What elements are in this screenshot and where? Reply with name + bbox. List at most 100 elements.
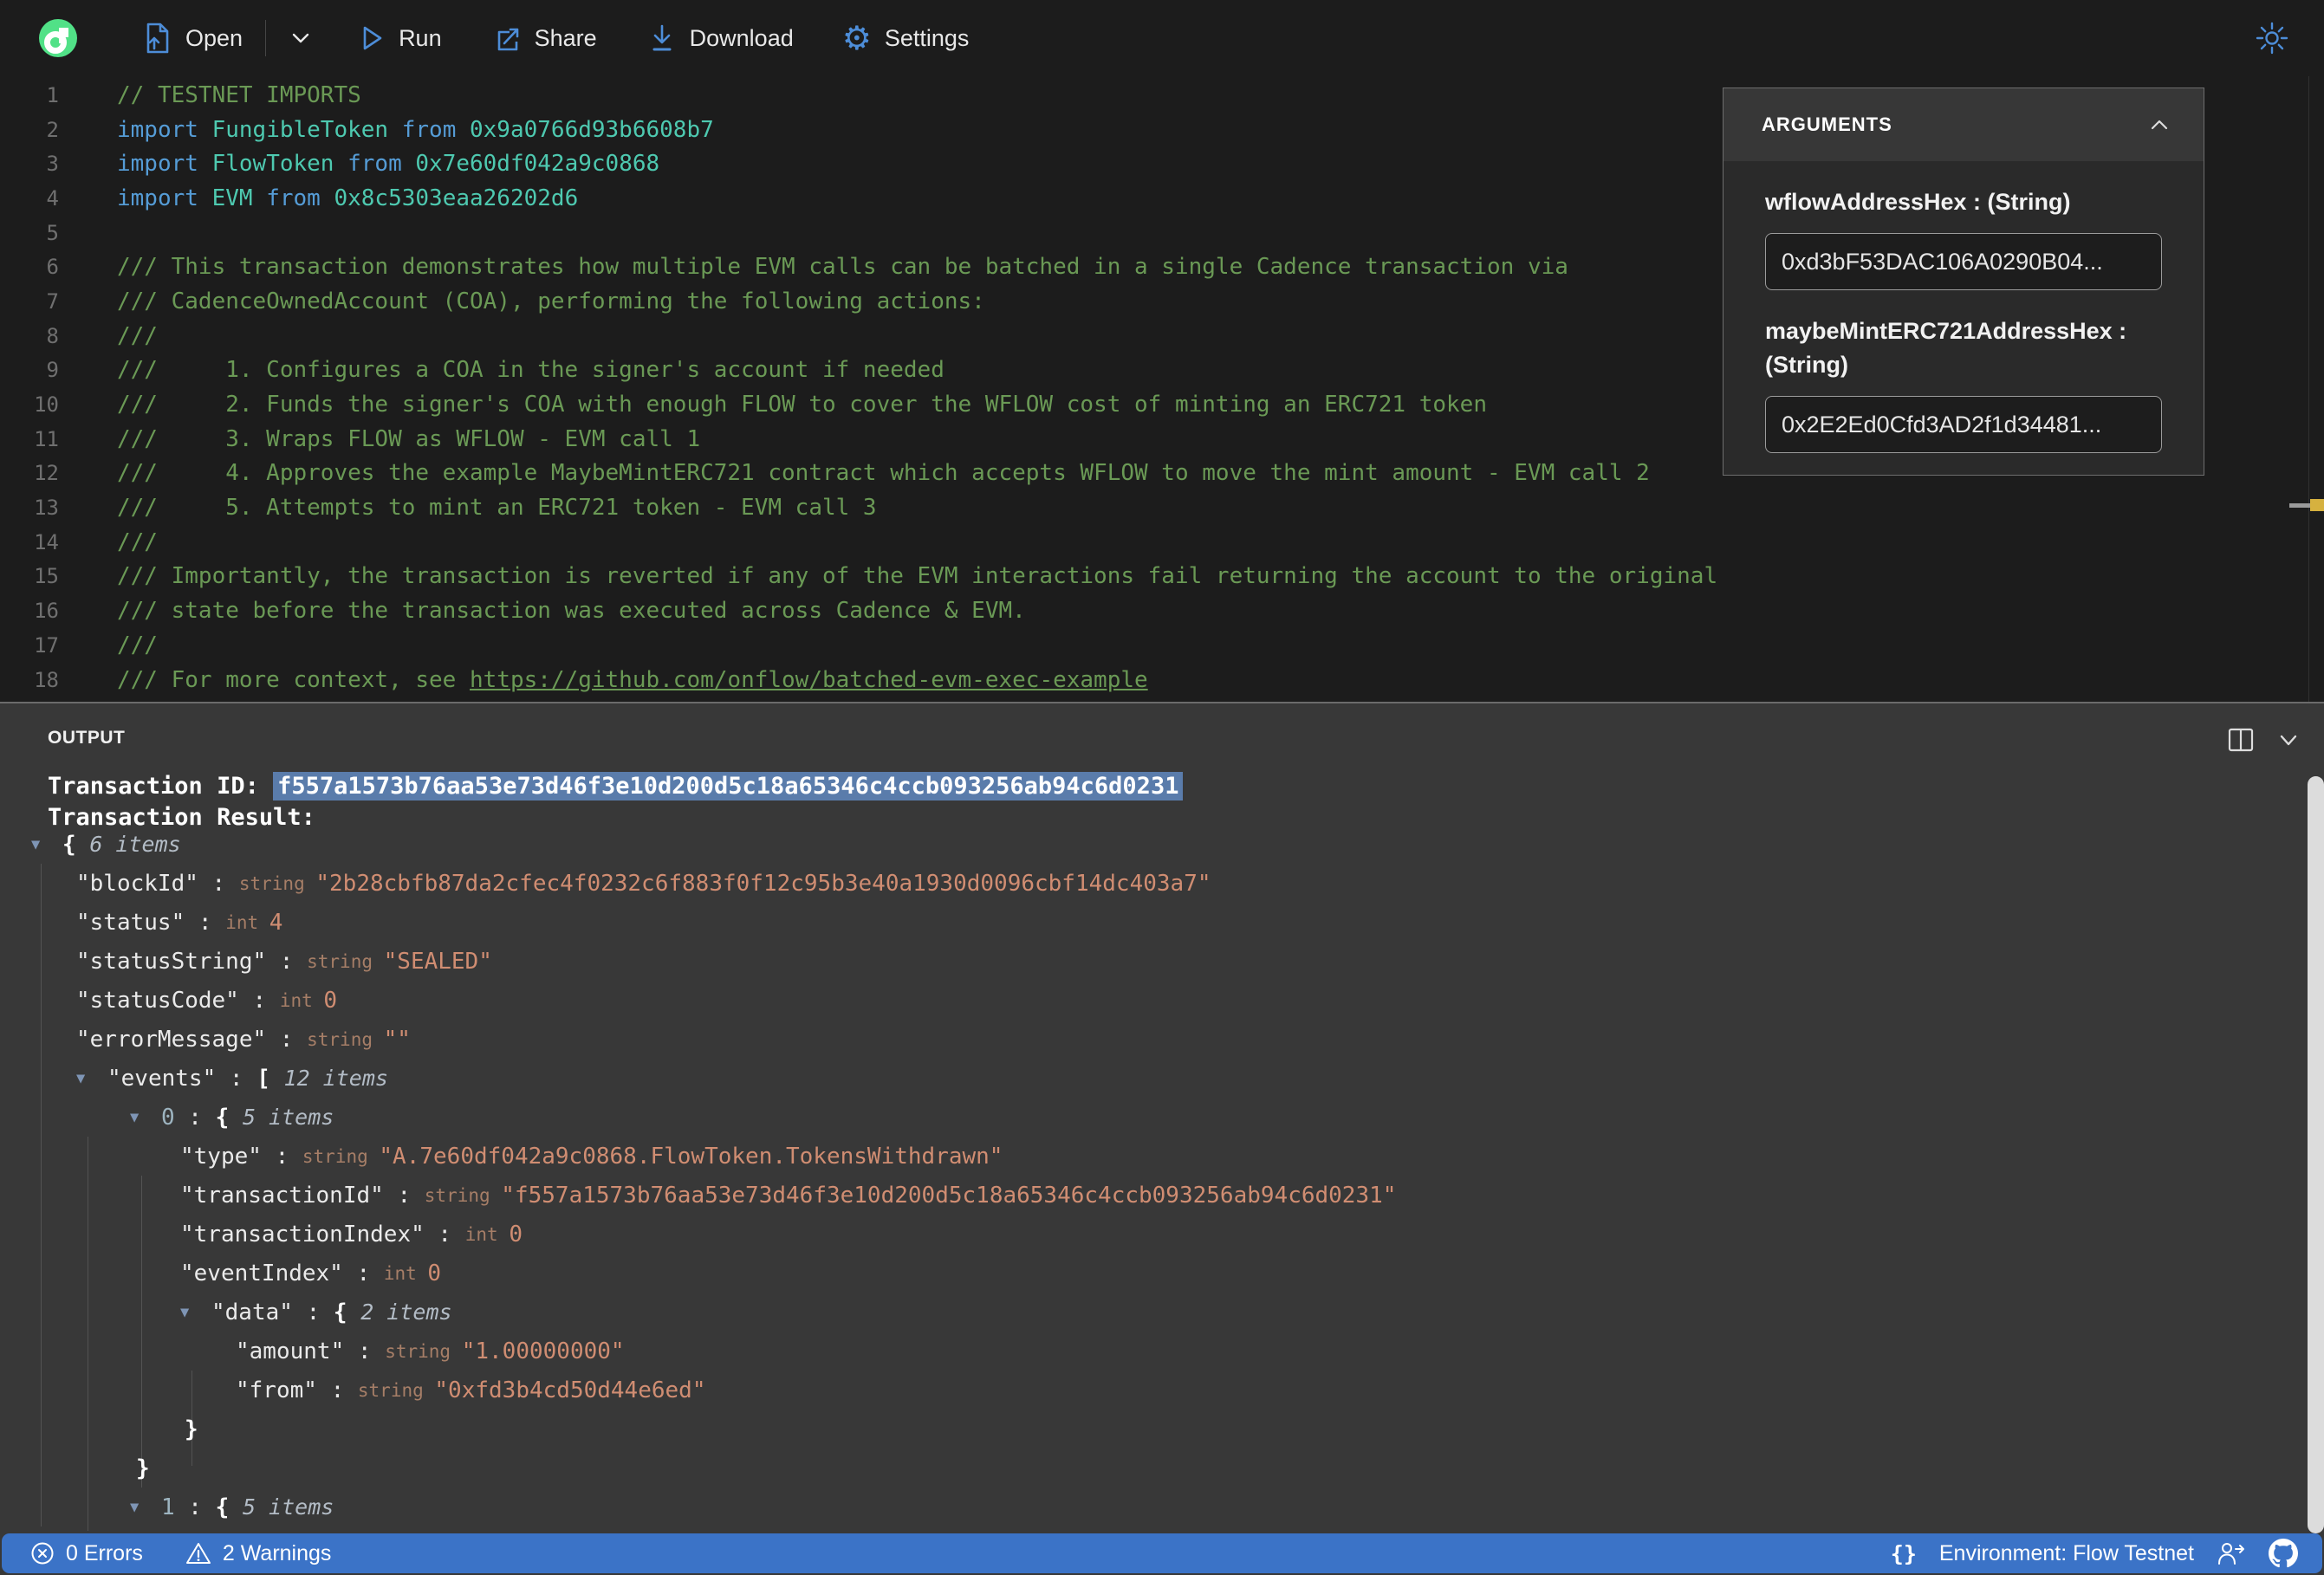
errors-count: 0 Errors: [66, 1540, 143, 1565]
tree-row: ▼ "data" : { 2 items: [180, 1299, 452, 1325]
arguments-panel: ARGUMENTS wflowAddressHex : (String) may…: [1723, 88, 2204, 476]
gear-icon: ⚙: [841, 19, 872, 57]
tree-row: "errorMessage" : string "": [76, 1026, 411, 1053]
theme-toggle-button[interactable]: [2255, 21, 2289, 60]
braces-icon: {}: [1890, 1540, 1917, 1566]
output-panel: OUTPUT Transaction ID: f557a1573b76aa53e…: [0, 702, 2324, 1575]
tree-row: "amount" : string "1.00000000": [236, 1338, 625, 1364]
download-icon: [652, 24, 672, 51]
tree-row: "eventIndex" : int 0: [180, 1260, 442, 1287]
arguments-panel-body: wflowAddressHex : (String) maybeMintERC7…: [1724, 161, 2204, 477]
argument-input-wflow[interactable]: [1765, 233, 2162, 291]
editor-overview-ruler: [2308, 76, 2309, 702]
line-number: 4: [46, 185, 59, 211]
line-number: 13: [34, 496, 59, 521]
download-button[interactable]: Download: [647, 22, 794, 55]
warnings-count: 2 Warnings: [222, 1540, 332, 1565]
error-circle-icon: [31, 1542, 54, 1565]
tree-row: }: [185, 1416, 198, 1442]
line-number: 5: [46, 220, 59, 245]
tree-row: "transactionId" : string "f557a1573b76aa…: [180, 1182, 1397, 1209]
output-title: OUTPUT: [48, 728, 126, 748]
arguments-panel-header[interactable]: ARGUMENTS: [1724, 88, 2204, 161]
tree-row: ▼ "events" : [ 12 items: [76, 1065, 388, 1092]
line-number: 17: [34, 632, 59, 658]
open-button[interactable]: Open: [143, 23, 243, 54]
toolbar-divider: [265, 20, 267, 56]
line-number: 11: [34, 426, 59, 451]
code-line: 16/// state before the transaction was e…: [0, 593, 2324, 628]
line-number: 16: [34, 599, 59, 624]
line-number: 2: [46, 117, 59, 142]
tree-row: "transactionIndex" : int 0: [180, 1221, 523, 1248]
expand-toggle-icon[interactable]: ▼: [130, 1109, 161, 1126]
settings-button[interactable]: ⚙ Settings: [841, 19, 970, 57]
tree-row: ▼ 1 : { 5 items: [130, 1494, 334, 1520]
line-number: 12: [34, 461, 59, 486]
code-line: 15/// Importantly, the transaction is re…: [0, 560, 2324, 594]
tree-row: "status" : int 4: [76, 909, 283, 936]
line-number: 1: [46, 82, 59, 107]
settings-label: Settings: [884, 24, 970, 51]
expand-toggle-icon[interactable]: ▼: [76, 1070, 107, 1087]
code-line: 14///: [0, 525, 2324, 560]
line-number: 15: [34, 564, 59, 589]
tree-row: "type" : string "A.7e60df042a9c0868.Flow…: [180, 1143, 1003, 1170]
expand-toggle-icon[interactable]: ▼: [31, 836, 62, 853]
arguments-title: ARGUMENTS: [1762, 113, 1892, 135]
overview-warning-marker: [2310, 499, 2324, 511]
code-line: 17///: [0, 628, 2324, 663]
chevron-up-icon[interactable]: [2148, 116, 2171, 133]
open-file-icon: [146, 23, 169, 54]
run-label: Run: [399, 24, 442, 51]
transaction-id-line: Transaction ID: f557a1573b76aa53e73d46f3…: [48, 772, 1184, 800]
line-number: 6: [46, 255, 59, 280]
tree-row: "statusString" : string "SEALED": [76, 948, 492, 975]
download-label: Download: [689, 24, 794, 51]
share-button[interactable]: Share: [490, 23, 597, 54]
errors-indicator[interactable]: 0 Errors: [29, 1540, 143, 1566]
output-scrollbar-thumb[interactable]: [2308, 776, 2324, 1533]
transaction-id-value[interactable]: f557a1573b76aa53e73d46f3e10d200d5c18a653…: [273, 772, 1184, 800]
tree-row: "from" : string "0xfd3b4cd50d44e6ed": [236, 1377, 706, 1403]
open-dropdown-button[interactable]: [287, 25, 315, 51]
argument-label-erc721: maybeMintERC721AddressHex : (String): [1765, 318, 2127, 379]
overview-scroll-marker: [2289, 503, 2310, 508]
transaction-id-label: Transaction ID:: [48, 773, 259, 800]
top-toolbar: Open Run Share Download ⚙ Settings: [0, 0, 2324, 76]
github-icon[interactable]: [2269, 1539, 2298, 1568]
line-number: 3: [46, 152, 59, 177]
expand-toggle-icon[interactable]: ▼: [180, 1304, 211, 1321]
collapse-output-icon[interactable]: [2275, 731, 2301, 750]
code-line: 18/// For more context, see https://gith…: [0, 663, 2324, 697]
expand-toggle-icon[interactable]: ▼: [130, 1499, 161, 1516]
line-number: 14: [34, 529, 59, 554]
line-number: 18: [34, 667, 59, 692]
line-number: 9: [46, 358, 59, 383]
flow-logo-icon[interactable]: [39, 19, 77, 57]
environment-label[interactable]: Environment: Flow Testnet: [1939, 1541, 2194, 1566]
code-line: 13/// 5. Attempts to mint an ERC721 toke…: [0, 490, 2324, 525]
line-number: 10: [34, 392, 59, 418]
tree-row: ▼{ 6 items: [31, 831, 181, 858]
warning-triangle-icon: [185, 1543, 211, 1564]
sun-icon: [2256, 22, 2288, 55]
share-icon: [497, 28, 518, 51]
feedback-person-icon[interactable]: [2217, 1540, 2246, 1566]
line-number: 7: [46, 288, 59, 314]
status-bar: 0 Errors 2 Warnings {} Environment: Flow…: [2, 1533, 2322, 1573]
json-tree: ▼{ 6 items "blockId" : string "2b28cbfb87…: [0, 825, 2298, 1565]
line-number: 8: [46, 323, 59, 348]
run-play-icon: [363, 26, 382, 50]
chevron-down-icon: [292, 33, 309, 43]
share-label: Share: [534, 24, 597, 51]
warnings-indicator[interactable]: 2 Warnings: [185, 1540, 332, 1566]
tree-row: }: [136, 1455, 150, 1481]
tree-row: ▼ 0 : { 5 items: [130, 1104, 334, 1131]
argument-label-wflow: wflowAddressHex : (String): [1765, 189, 2071, 215]
open-label: Open: [185, 24, 243, 51]
tree-row: "blockId" : string "2b28cbfb87da2cfec4f0…: [76, 870, 1211, 897]
run-button[interactable]: Run: [358, 23, 442, 53]
split-panel-icon[interactable]: [2227, 728, 2255, 752]
argument-input-erc721[interactable]: [1765, 396, 2162, 454]
